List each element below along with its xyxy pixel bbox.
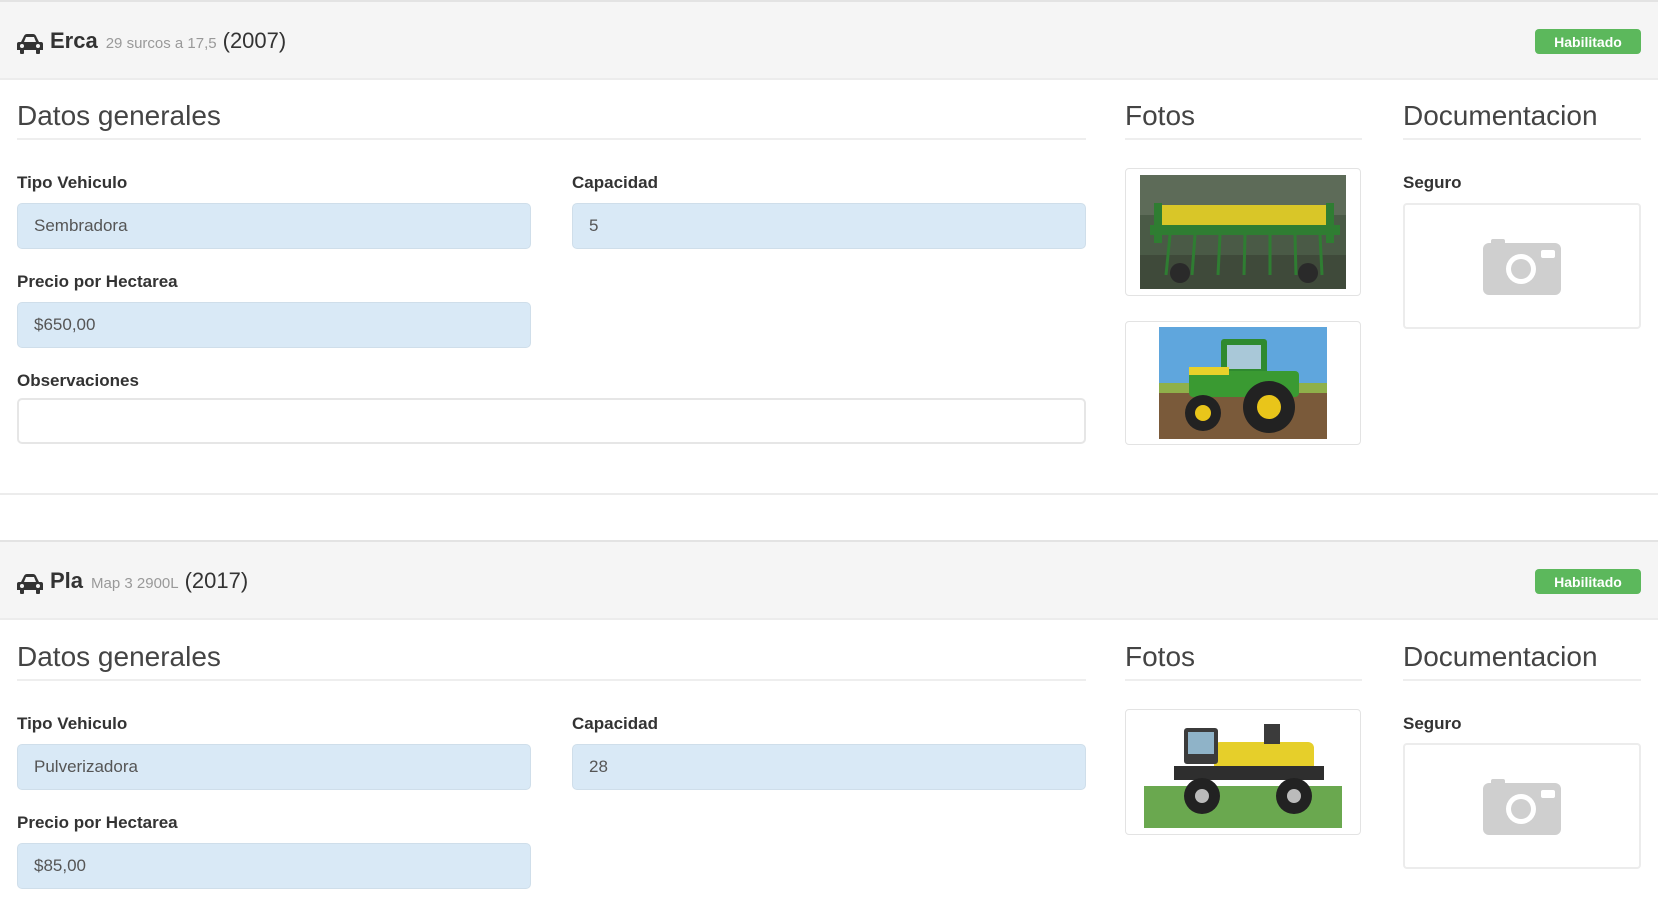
photos-title: Fotos bbox=[1125, 100, 1362, 140]
capacity-label: Capacidad bbox=[572, 714, 658, 733]
status-badge: Habilitado bbox=[1535, 29, 1641, 54]
photo-thumbnail[interactable] bbox=[1125, 168, 1361, 296]
car-icon bbox=[17, 34, 43, 54]
insurance-upload-box[interactable] bbox=[1403, 203, 1641, 329]
panel-divider bbox=[0, 493, 1658, 495]
sprayer-photo bbox=[1144, 716, 1342, 828]
vehicle-year: (2007) bbox=[222, 28, 287, 53]
capacity-label: Capacidad bbox=[572, 173, 658, 192]
tractor-photo bbox=[1159, 327, 1327, 439]
price-per-hectare-label: Precio por Hectarea bbox=[17, 272, 178, 291]
price-per-hectare-field[interactable]: $650,00 bbox=[17, 302, 531, 348]
photo-thumbnail[interactable] bbox=[1125, 321, 1361, 445]
vehicle-name: Erca bbox=[50, 28, 98, 53]
insurance-label: Seguro bbox=[1403, 714, 1462, 733]
vehicle-type-field[interactable]: Pulverizadora bbox=[17, 744, 531, 790]
price-per-hectare-field[interactable]: $85,00 bbox=[17, 843, 531, 889]
car-icon bbox=[17, 574, 43, 594]
photos-title: Fotos bbox=[1125, 641, 1362, 681]
vehicle-type-label: Tipo Vehiculo bbox=[17, 173, 128, 192]
observations-label: Observaciones bbox=[17, 371, 139, 390]
camera-icon bbox=[1483, 779, 1561, 835]
observations-field[interactable] bbox=[17, 398, 1086, 444]
insurance-upload-box[interactable] bbox=[1403, 743, 1641, 869]
vehicle-year: (2017) bbox=[184, 568, 249, 593]
vehicle-title: Pla Map 3 2900L (2017) bbox=[16, 568, 248, 600]
insurance-label: Seguro bbox=[1403, 173, 1462, 192]
vehicle-model: 29 surcos a 17,5 bbox=[105, 35, 217, 52]
vehicle-model: Map 3 2900L bbox=[91, 575, 179, 592]
vehicle-name: Pla bbox=[50, 568, 84, 593]
general-data-title: Datos generales bbox=[17, 641, 1086, 681]
price-per-hectare-label: Precio por Hectarea bbox=[17, 813, 178, 832]
status-badge: Habilitado bbox=[1535, 569, 1641, 594]
vehicle-header-erca[interactable]: Erca 29 surcos a 17,5 (2007) Habilitado bbox=[0, 0, 1658, 80]
camera-icon bbox=[1483, 239, 1561, 295]
documentation-title: Documentacion bbox=[1403, 641, 1641, 681]
seeder-photo bbox=[1140, 175, 1346, 289]
capacity-field[interactable]: 28 bbox=[572, 744, 1086, 790]
vehicle-type-field[interactable]: Sembradora bbox=[17, 203, 531, 249]
vehicle-title: Erca 29 surcos a 17,5 (2007) bbox=[16, 28, 286, 60]
documentation-title: Documentacion bbox=[1403, 100, 1641, 140]
general-data-title: Datos generales bbox=[17, 100, 1086, 140]
photo-thumbnail[interactable] bbox=[1125, 709, 1361, 835]
vehicle-type-label: Tipo Vehiculo bbox=[17, 714, 128, 733]
capacity-field[interactable]: 5 bbox=[572, 203, 1086, 249]
vehicle-header-pla[interactable]: Pla Map 3 2900L (2017) Habilitado bbox=[0, 540, 1658, 620]
